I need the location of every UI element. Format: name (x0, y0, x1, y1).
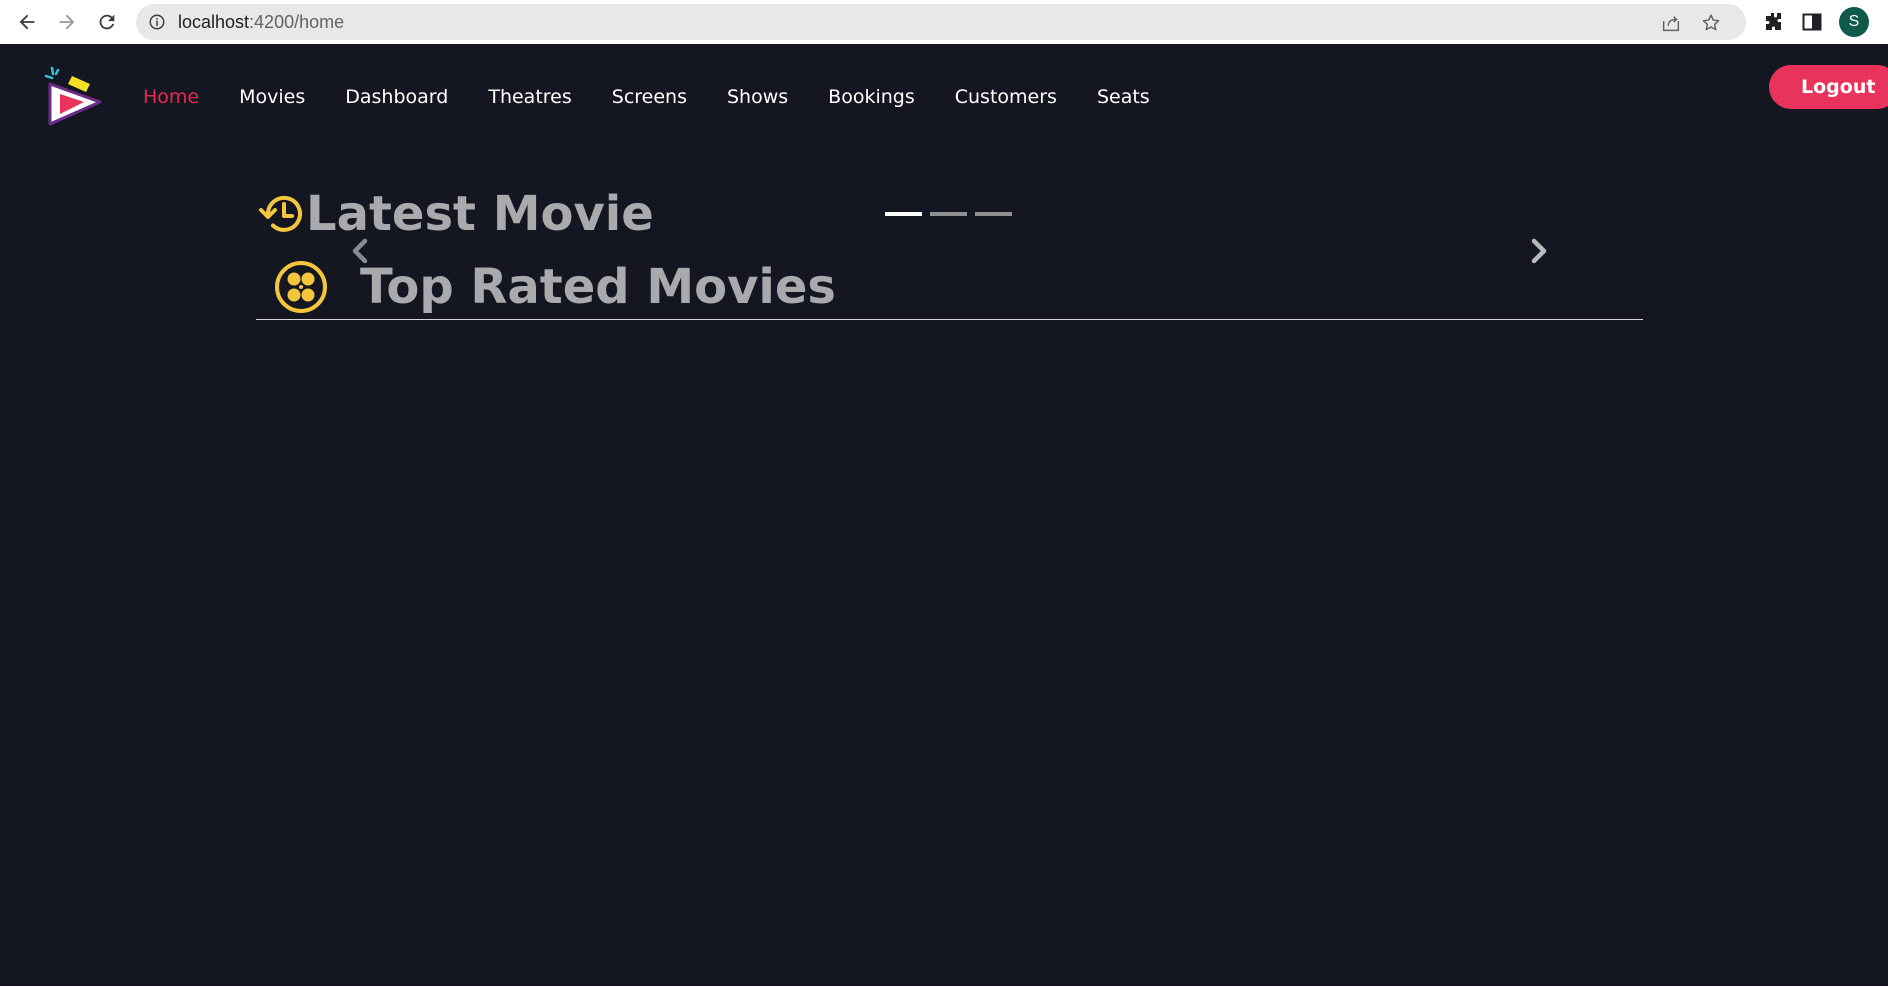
app-page: Home Movies Dashboard Theatres Screens S… (0, 44, 1888, 987)
nav-item-shows[interactable]: Shows (727, 82, 788, 112)
nav-item-theatres[interactable]: Theatres (488, 82, 571, 112)
back-button[interactable] (11, 6, 43, 38)
carousel-indicator[interactable] (930, 212, 967, 216)
profile-avatar[interactable]: S (1839, 7, 1869, 37)
latest-movie-heading: Latest Movie (258, 184, 654, 244)
share-icon[interactable] (1660, 12, 1682, 34)
logout-button[interactable]: Logout (1769, 65, 1888, 109)
forward-button[interactable] (51, 6, 83, 38)
nav-item-dashboard[interactable]: Dashboard (345, 82, 448, 112)
film-reel-icon (275, 261, 327, 313)
side-panel-icon[interactable] (1800, 10, 1824, 34)
back-arrow-icon (19, 14, 35, 30)
top-rated-heading: Top Rated Movies (274, 254, 836, 320)
nav-item-bookings[interactable]: Bookings (828, 82, 915, 112)
extensions-puzzle-icon[interactable] (1761, 10, 1785, 34)
carousel-indicator[interactable] (975, 212, 1012, 216)
carousel-next-button[interactable] (1525, 234, 1553, 268)
app-logo-icon[interactable] (38, 62, 108, 134)
carousel-indicator[interactable] (885, 212, 922, 216)
nav-item-movies[interactable]: Movies (239, 82, 305, 112)
url-text[interactable]: localhost:4200/home (178, 12, 344, 32)
top-rated-title: Top Rated Movies (360, 259, 836, 315)
address-bar[interactable]: localhost:4200/home (136, 4, 1746, 40)
section-divider (256, 319, 1643, 320)
bookmark-star-icon[interactable] (1700, 12, 1722, 34)
url-path: :4200/home (249, 12, 345, 32)
site-info-icon[interactable] (148, 13, 166, 31)
reload-button[interactable] (91, 6, 123, 38)
carousel-indicators (885, 212, 1012, 216)
reload-icon (99, 14, 115, 30)
nav-item-seats[interactable]: Seats (1097, 82, 1150, 112)
nav-item-home[interactable]: Home (143, 82, 199, 112)
browser-toolbar: localhost:4200/home S (0, 0, 1888, 44)
profile-initial: S (1848, 13, 1860, 30)
nav-item-screens[interactable]: Screens (612, 82, 687, 112)
forward-arrow-icon (59, 14, 75, 30)
main-nav: Home Movies Dashboard Theatres Screens S… (143, 82, 1190, 112)
history-clock-icon (259, 195, 302, 232)
nav-item-customers[interactable]: Customers (955, 82, 1057, 112)
chevron-right-icon (1531, 238, 1547, 264)
url-host: localhost (178, 12, 250, 32)
